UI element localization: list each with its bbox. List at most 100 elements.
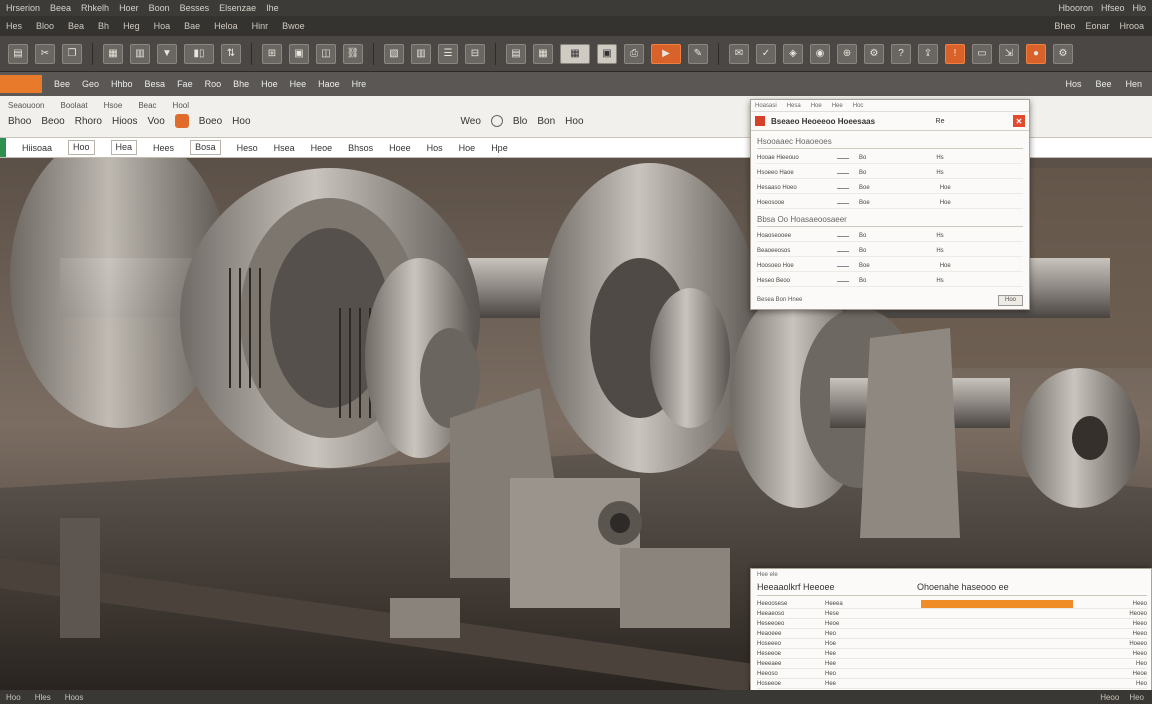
strip-item[interactable]: Hos — [1065, 79, 1081, 89]
strip-item[interactable]: Haoe — [318, 79, 340, 89]
ribbon-tab[interactable]: Hrooa — [1119, 21, 1144, 31]
app-icon[interactable] — [174, 114, 189, 128]
slider-icon[interactable] — [837, 202, 849, 204]
dialog-row[interactable]: Hsoeeo Haoe Bo Hs — [757, 168, 1023, 179]
cell[interactable]: Hoe — [459, 143, 476, 153]
menu-item[interactable]: Ihe — [266, 3, 279, 13]
strip-item[interactable]: Hre — [352, 79, 367, 89]
chart-icon[interactable]: ▮▯ — [184, 43, 214, 64]
table-row[interactable]: Heeoosese Heeea Heeo — [757, 599, 1147, 609]
cell[interactable]: Hos — [427, 143, 443, 153]
slider-icon[interactable] — [837, 157, 849, 159]
ribbon-tab[interactable]: Bea — [68, 21, 84, 31]
review-icon[interactable]: ✓ — [756, 43, 776, 64]
ribbon-tab[interactable]: Hoa — [154, 21, 171, 31]
strip-item[interactable]: Bhe — [233, 79, 249, 89]
ribbon-tab[interactable]: Bheo — [1054, 21, 1075, 31]
copy-icon[interactable]: ❐ — [62, 43, 82, 64]
doc-tool[interactable]: Boeo — [199, 116, 222, 127]
cell[interactable]: Bosa — [190, 140, 221, 155]
dialog-row[interactable]: Heseo Beoo Bo Hs — [757, 276, 1023, 287]
slider-icon[interactable] — [837, 265, 849, 267]
comment-icon[interactable]: ✉ — [729, 43, 749, 64]
record-icon[interactable]: ● — [1026, 43, 1046, 64]
view-icon[interactable]: ◉ — [810, 43, 830, 64]
table-row[interactable]: Heseeoe Hee Heeo — [757, 649, 1147, 659]
strip-item[interactable]: Hee — [290, 79, 307, 89]
menu-item[interactable]: Boon — [149, 3, 170, 13]
ribbon-tab[interactable]: Bae — [184, 21, 200, 31]
merge-icon[interactable]: ⊟ — [465, 43, 485, 64]
doc-tool[interactable]: Blo — [513, 116, 527, 127]
print-icon[interactable]: ⎙ — [624, 43, 644, 64]
ribbon-tab[interactable]: Heloa — [214, 21, 238, 31]
settings-icon[interactable]: ⚙ — [1053, 43, 1073, 64]
menu-item[interactable]: Hbooron — [1058, 3, 1093, 13]
ribbon-tab[interactable]: Heg — [123, 21, 140, 31]
table-icon[interactable]: ▦ — [103, 43, 123, 64]
strip-item[interactable]: Besa — [145, 79, 166, 89]
strip-item[interactable]: Hoe — [261, 79, 278, 89]
notes-icon[interactable]: ✎ — [688, 43, 708, 64]
grid-icon[interactable]: ▥ — [130, 43, 150, 64]
table-row[interactable]: Heeeaee Hee Heo — [757, 659, 1147, 669]
strip-item[interactable]: Fae — [177, 79, 193, 89]
slider-icon[interactable] — [837, 172, 849, 174]
dialog-row[interactable]: Beaoeeosos Bo Hs — [757, 246, 1023, 257]
export-icon[interactable]: ⇲ — [999, 43, 1019, 64]
dialog-row[interactable]: Hooae Hieeouo Bo Hs — [757, 153, 1023, 164]
doc-tool[interactable]: Rhoro — [75, 116, 102, 127]
document-icon[interactable]: ▤ — [506, 43, 526, 64]
dialog-row[interactable]: Hoaoseooee Bo Hs — [757, 231, 1023, 242]
ribbon-tab[interactable]: Bh — [98, 21, 109, 31]
presentation-icon[interactable]: ▶ — [651, 43, 681, 64]
columns-icon[interactable]: ▥ — [411, 43, 431, 64]
layout-icon[interactable]: ▧ — [384, 43, 404, 64]
menu-item[interactable]: Hfseo — [1101, 3, 1125, 13]
calendar-icon[interactable]: ▦ — [533, 43, 553, 64]
table-row[interactable]: Heseeoeo Heoe Heeo — [757, 619, 1147, 629]
slider-icon[interactable] — [837, 250, 849, 252]
cell[interactable]: Bhsos — [348, 143, 373, 153]
share-icon[interactable]: ⇪ — [918, 43, 938, 64]
table-row[interactable]: Heeaeoso Hese Heoeo — [757, 609, 1147, 619]
strip-item[interactable]: Hhbo — [111, 79, 133, 89]
dialog-ok-button[interactable]: Hoo — [997, 294, 1023, 306]
dialog-row[interactable]: Hoosoeo Hoe Boe Hoe — [757, 261, 1023, 272]
table-row[interactable]: Hoseeeo Hoe Hoeeo — [757, 639, 1147, 649]
strip-item[interactable]: Roo — [205, 79, 222, 89]
accent-tab[interactable] — [0, 75, 42, 93]
help-icon[interactable]: ? — [891, 43, 911, 64]
sort-icon[interactable]: ⇅ — [221, 43, 241, 64]
doc-tool[interactable]: Hioos — [112, 116, 138, 127]
cell[interactable]: Hpe — [491, 143, 508, 153]
strip-item[interactable]: Geo — [82, 79, 99, 89]
menu-item[interactable]: Hlo — [1132, 3, 1146, 13]
strip-item[interactable]: Bee — [54, 79, 70, 89]
picture-icon[interactable]: ▣ — [597, 43, 617, 64]
spreadsheet-icon[interactable]: ▦ — [560, 43, 590, 64]
cell[interactable]: Hea — [110, 140, 138, 155]
close-icon[interactable]: ✕ — [1012, 115, 1025, 127]
shape-icon[interactable]: ◫ — [316, 43, 336, 64]
menu-item[interactable]: Besses — [180, 3, 210, 13]
filter-icon[interactable]: ▼ — [157, 43, 177, 64]
cell[interactable]: Hoo — [68, 140, 95, 155]
cut-icon[interactable]: ✂ — [35, 43, 55, 64]
cell-ref[interactable]: Hiisoaa — [22, 143, 52, 153]
menu-item[interactable]: Beea — [50, 3, 71, 13]
insert-icon[interactable]: ⊞ — [262, 43, 282, 64]
menu-item[interactable]: Rhkelh — [81, 3, 109, 13]
doc-tool[interactable]: Beoo — [41, 116, 64, 127]
doc-tool[interactable]: Weo — [461, 116, 481, 127]
cell[interactable]: Hoee — [389, 143, 411, 153]
save-icon[interactable]: ▭ — [972, 43, 992, 64]
paste-icon[interactable]: ▤ — [8, 43, 28, 64]
ribbon-tab[interactable]: Hes — [6, 21, 22, 31]
cell[interactable]: Heoe — [311, 143, 333, 153]
doc-tool[interactable]: Bon — [537, 116, 555, 127]
cell[interactable]: Hees — [153, 143, 174, 153]
menu-item[interactable]: Hrserion — [6, 3, 40, 13]
alert-icon[interactable]: ! — [945, 43, 965, 64]
cell[interactable]: Hsea — [274, 143, 295, 153]
